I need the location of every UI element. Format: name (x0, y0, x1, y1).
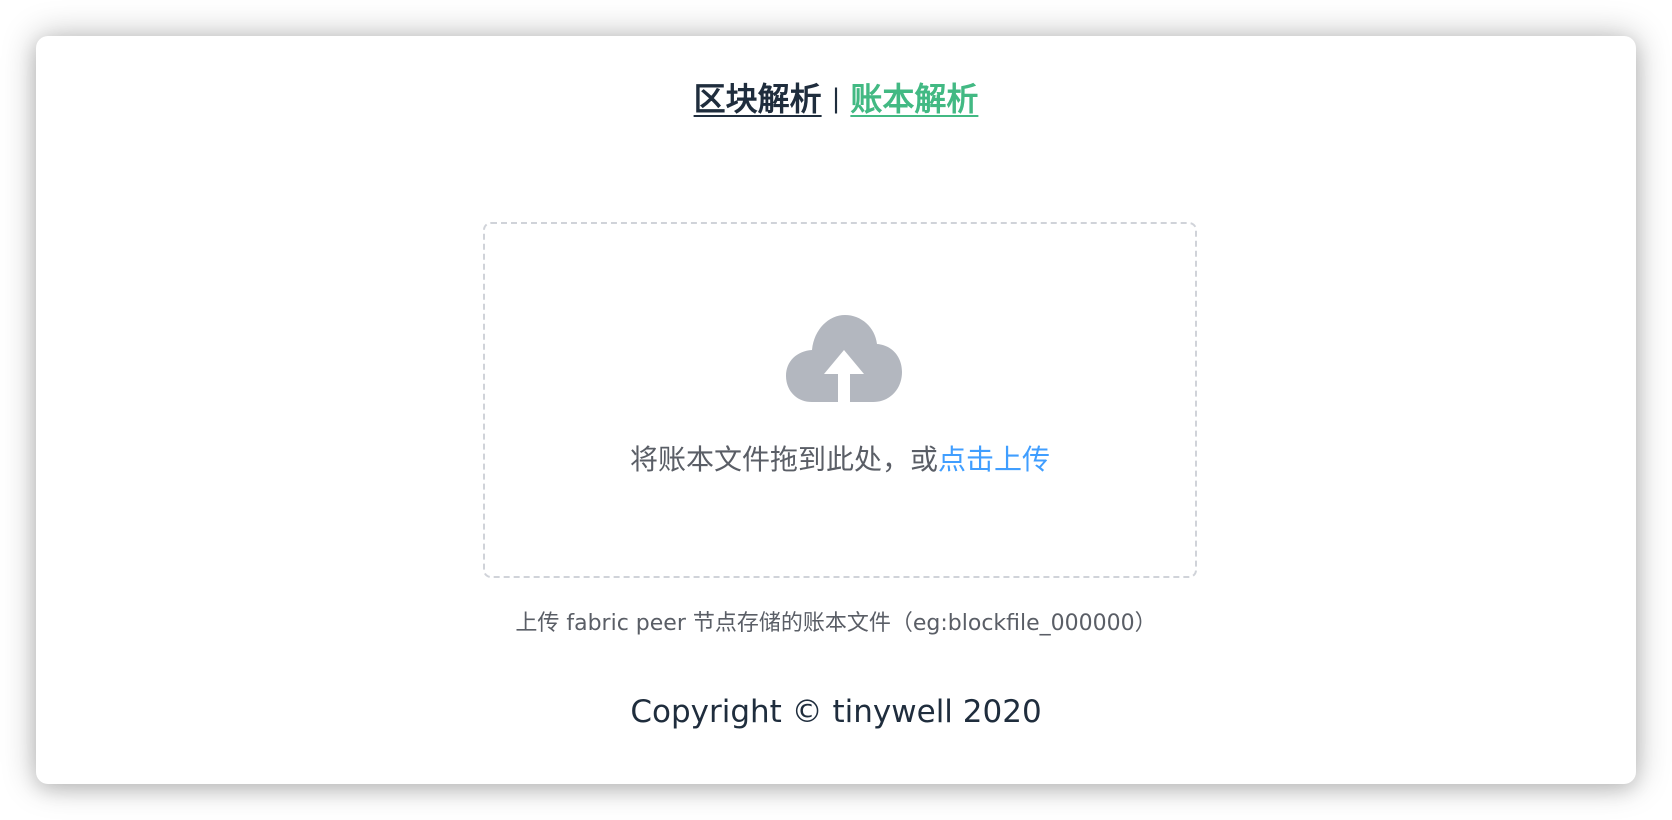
page: 区块解析 | 账本解析 将账本文件拖到此处，或点击上传 上传 fabric peer… (0, 0, 1672, 820)
drop-instruction: 将账本文件拖到此处，或点击上传 (485, 442, 1195, 478)
copyright-footer: Copyright © tinywell 2020 (630, 694, 1042, 730)
nav-separator: | (831, 84, 841, 114)
ledger-parse-link[interactable]: 账本解析 (850, 80, 978, 118)
main-card: 区块解析 | 账本解析 将账本文件拖到此处，或点击上传 上传 fabric peer… (36, 36, 1636, 784)
upload-dropzone[interactable]: 将账本文件拖到此处，或点击上传 (483, 222, 1197, 578)
block-parse-link[interactable]: 区块解析 (694, 80, 822, 118)
drop-instruction-text: 将账本文件拖到此处，或 (629, 443, 938, 476)
click-upload-link[interactable]: 点击上传 (938, 443, 1050, 476)
nav-links: 区块解析 | 账本解析 (36, 78, 1636, 123)
cloud-upload-icon (786, 315, 902, 404)
upload-hint: 上传 fabric peer 节点存储的账本文件（eg:blockfile_00… (515, 611, 1157, 636)
